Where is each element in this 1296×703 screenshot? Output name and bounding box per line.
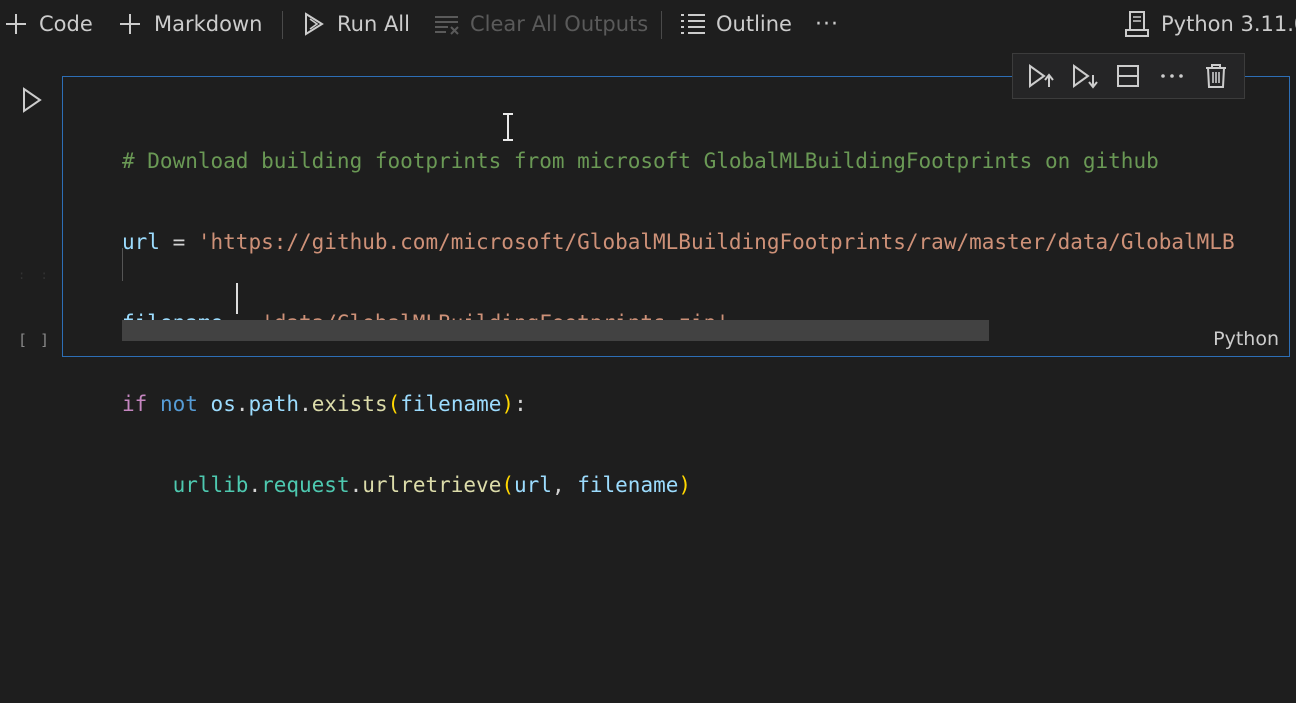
add-code-label: Code	[39, 12, 93, 36]
cell-more-button[interactable]	[1155, 59, 1189, 93]
module-token: os	[210, 392, 236, 416]
more-icon: ···	[815, 11, 839, 37]
module-token: urllib	[172, 473, 249, 497]
run-all-button[interactable]: Run All	[302, 0, 410, 48]
toolbar-divider	[282, 11, 283, 39]
horizontal-scrollbar[interactable]	[122, 320, 989, 341]
clear-all-outputs-label: Clear All Outputs	[470, 12, 649, 36]
ibeam-cursor-icon	[503, 113, 513, 141]
notebook-toolbar: Code Markdown Run All Clear All Outputs …	[0, 0, 1296, 48]
function-token: urlretrieve	[362, 473, 502, 497]
toolbar-divider	[661, 11, 662, 39]
add-code-cell-button[interactable]: Code	[4, 0, 93, 48]
clear-all-outputs-button[interactable]: Clear All Outputs	[434, 0, 648, 48]
delete-cell-button[interactable]	[1199, 59, 1233, 93]
fold-markers: : :	[18, 268, 52, 282]
execute-above-button[interactable]	[1024, 59, 1058, 93]
code-line: url = 'https://github.com/microsoft/Glob…	[122, 226, 1289, 259]
run-all-icon	[305, 12, 324, 36]
indent-guide	[122, 248, 123, 281]
variable-token: filename	[577, 473, 679, 497]
more-icon	[1161, 74, 1184, 78]
execute-above-icon	[1028, 64, 1054, 88]
string-token: 'https://github.com/microsoft/GlobalMLBu…	[197, 230, 1235, 254]
clear-outputs-icon	[435, 16, 459, 35]
variable-token: url	[514, 473, 552, 497]
keyword-token: if	[122, 392, 148, 416]
more-actions-button[interactable]: ···	[815, 0, 839, 48]
add-markdown-cell-button[interactable]: Markdown	[118, 0, 262, 48]
attribute-token: request	[261, 473, 350, 497]
run-cell-icon[interactable]	[18, 86, 46, 114]
comment-token: # Download building footprints from micr…	[122, 149, 1159, 173]
execution-count: [ ]	[18, 331, 52, 349]
plus-icon	[6, 14, 26, 34]
code-line: # Download building footprints from micr…	[122, 145, 1289, 178]
execute-below-button[interactable]	[1068, 59, 1102, 93]
operator-token: =	[159, 230, 198, 254]
cell-language-label[interactable]: Python	[1213, 328, 1279, 350]
cell-toolbar	[1012, 53, 1245, 99]
delete-icon	[1206, 64, 1227, 88]
kernel-server-icon	[1125, 11, 1149, 37]
attribute-token: path	[248, 392, 300, 416]
execute-below-icon	[1072, 64, 1098, 89]
plus-icon	[120, 14, 140, 34]
outline-list-icon	[681, 14, 705, 34]
add-markdown-label: Markdown	[154, 12, 263, 36]
split-cell-button[interactable]	[1111, 59, 1145, 93]
function-token: exists	[311, 392, 388, 416]
kernel-picker-button[interactable]: Python 3.11.0	[1125, 0, 1296, 48]
outline-button[interactable]: Outline	[680, 0, 792, 48]
variable-token: filename	[400, 392, 502, 416]
code-line: if not os.path.exists(filename):	[122, 392, 527, 416]
code-line: urllib.request.urlretrieve(url, filename…	[172, 473, 692, 497]
split-cell-icon	[1117, 65, 1140, 87]
text-caret	[236, 283, 238, 314]
run-all-label: Run All	[337, 12, 410, 36]
code-editor[interactable]: # Download building footprints from micr…	[122, 97, 1289, 703]
outline-label: Outline	[716, 12, 792, 36]
keyword-token: not	[159, 392, 198, 416]
variable-token: url	[122, 230, 160, 254]
code-cell[interactable]: # Download building footprints from micr…	[62, 76, 1290, 497]
kernel-label: Python 3.11.0	[1161, 12, 1296, 36]
